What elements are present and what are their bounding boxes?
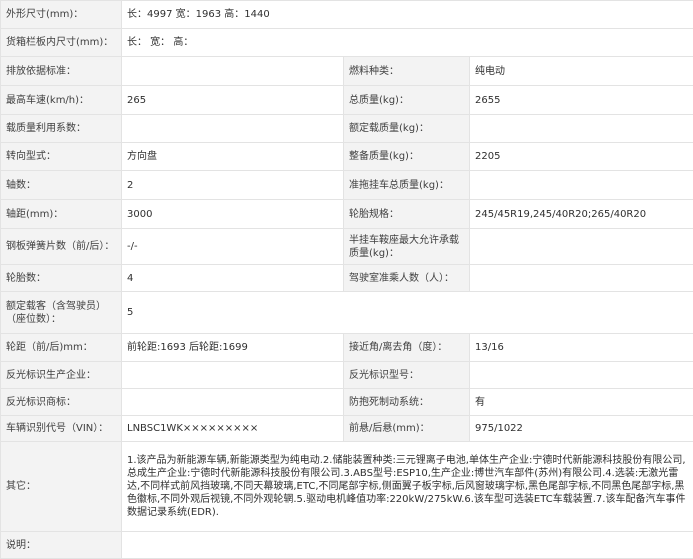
field-value: 2205: [470, 143, 693, 171]
field-label: 驾驶室准乘人数（人）：: [344, 265, 470, 292]
table-row: 轴距(mm)： 3000 轮胎规格： 245/45R19,245/40R20;2…: [1, 200, 693, 229]
field-label: 轮胎规格：: [344, 200, 470, 229]
table-row: 转向型式： 方向盘 整备质量(kg)： 2205: [1, 143, 693, 171]
field-value: 975/1022: [470, 416, 693, 442]
field-label: 转向型式：: [1, 143, 122, 171]
field-value: 前轮距:1693 后轮距:1699: [122, 334, 344, 362]
field-value: [122, 389, 344, 416]
field-value: [122, 115, 344, 143]
field-label: 整备质量(kg)：: [344, 143, 470, 171]
field-label: 车辆识别代号（VIN）：: [1, 416, 122, 442]
field-label: 外形尺寸(mm)：: [1, 1, 122, 29]
field-value: 方向盘: [122, 143, 344, 171]
field-label: 接近角/离去角（度）：: [344, 334, 470, 362]
field-value: 245/45R19,245/40R20;265/40R20: [470, 200, 693, 229]
field-label: 排放依据标准：: [1, 57, 122, 86]
field-value: [122, 57, 344, 86]
field-value: 2655: [470, 86, 693, 115]
field-value: 有: [470, 389, 693, 416]
field-label: 货箱栏板内尺寸(mm)：: [1, 29, 122, 57]
field-label: 额定载客（含驾驶员）（座位数）：: [1, 292, 122, 334]
field-value: 长：4997 宽：1963 高：1440: [122, 1, 693, 29]
table-row: 载质量利用系数： 额定载质量(kg)：: [1, 115, 693, 143]
table-row: 轴数： 2 准拖挂车总质量(kg)：: [1, 171, 693, 200]
field-label: 反光标识型号：: [344, 362, 470, 389]
field-label: 反光标识商标：: [1, 389, 122, 416]
field-value: [470, 265, 693, 292]
field-value: 2: [122, 171, 344, 200]
field-label: 防抱死制动系统：: [344, 389, 470, 416]
field-value: 5: [122, 292, 693, 334]
field-label: 轮胎数：: [1, 265, 122, 292]
field-label: 轴数：: [1, 171, 122, 200]
field-label: 其它：: [1, 442, 122, 532]
field-label: 轮距（前/后)mm：: [1, 334, 122, 362]
field-value: 265: [122, 86, 344, 115]
field-label: 载质量利用系数：: [1, 115, 122, 143]
field-label: 最高车速(km/h)：: [1, 86, 122, 115]
table-row: 说明：: [1, 532, 693, 559]
field-label: 半挂车鞍座最大允许承载质量(kg)：: [344, 229, 470, 265]
field-label: 总质量(kg)：: [344, 86, 470, 115]
other-notes: 1.该产品为新能源车辆,新能源类型为纯电动.2.储能装置种类:三元锂离子电池,单…: [122, 442, 693, 532]
field-value: [122, 532, 693, 559]
field-label: 钢板弹簧片数（前/后）：: [1, 229, 122, 265]
field-label: 轴距(mm)：: [1, 200, 122, 229]
field-value: 3000: [122, 200, 344, 229]
table-row: 反光标识生产企业： 反光标识型号：: [1, 362, 693, 389]
field-label: 额定载质量(kg)：: [344, 115, 470, 143]
field-value: LNBSC1WK×××××××××: [122, 416, 344, 442]
field-label: 前悬/后悬(mm)：: [344, 416, 470, 442]
field-value: [470, 115, 693, 143]
field-label: 准拖挂车总质量(kg)：: [344, 171, 470, 200]
field-label: 燃料种类：: [344, 57, 470, 86]
field-value: [122, 362, 344, 389]
field-value: 4: [122, 265, 344, 292]
field-label: 说明：: [1, 532, 122, 559]
table-row: 货箱栏板内尺寸(mm)： 长： 宽： 高：: [1, 29, 693, 57]
table-row: 钢板弹簧片数（前/后）： -/- 半挂车鞍座最大允许承载质量(kg)：: [1, 229, 693, 265]
table-row: 排放依据标准： 燃料种类： 纯电动: [1, 57, 693, 86]
field-value: [470, 362, 693, 389]
table-row: 最高车速(km/h)： 265 总质量(kg)： 2655: [1, 86, 693, 115]
field-label: 反光标识生产企业：: [1, 362, 122, 389]
field-value: 长： 宽： 高：: [122, 29, 693, 57]
table-row: 反光标识商标： 防抱死制动系统： 有: [1, 389, 693, 416]
table-row: 外形尺寸(mm)： 长：4997 宽：1963 高：1440: [1, 1, 693, 29]
field-value: 纯电动: [470, 57, 693, 86]
table-row: 其它： 1.该产品为新能源车辆,新能源类型为纯电动.2.储能装置种类:三元锂离子…: [1, 442, 693, 532]
table-row: 轮胎数： 4 驾驶室准乘人数（人）：: [1, 265, 693, 292]
field-value: 13/16: [470, 334, 693, 362]
table-row: 额定载客（含驾驶员）（座位数）： 5: [1, 292, 693, 334]
table-row: 轮距（前/后)mm： 前轮距:1693 后轮距:1699 接近角/离去角（度）：…: [1, 334, 693, 362]
field-value: [470, 171, 693, 200]
vehicle-spec-table: 外形尺寸(mm)： 长：4997 宽：1963 高：1440 货箱栏板内尺寸(m…: [0, 0, 693, 559]
field-value: [470, 229, 693, 265]
field-value: -/-: [122, 229, 344, 265]
table-row: 车辆识别代号（VIN）： LNBSC1WK××××××××× 前悬/后悬(mm)…: [1, 416, 693, 442]
